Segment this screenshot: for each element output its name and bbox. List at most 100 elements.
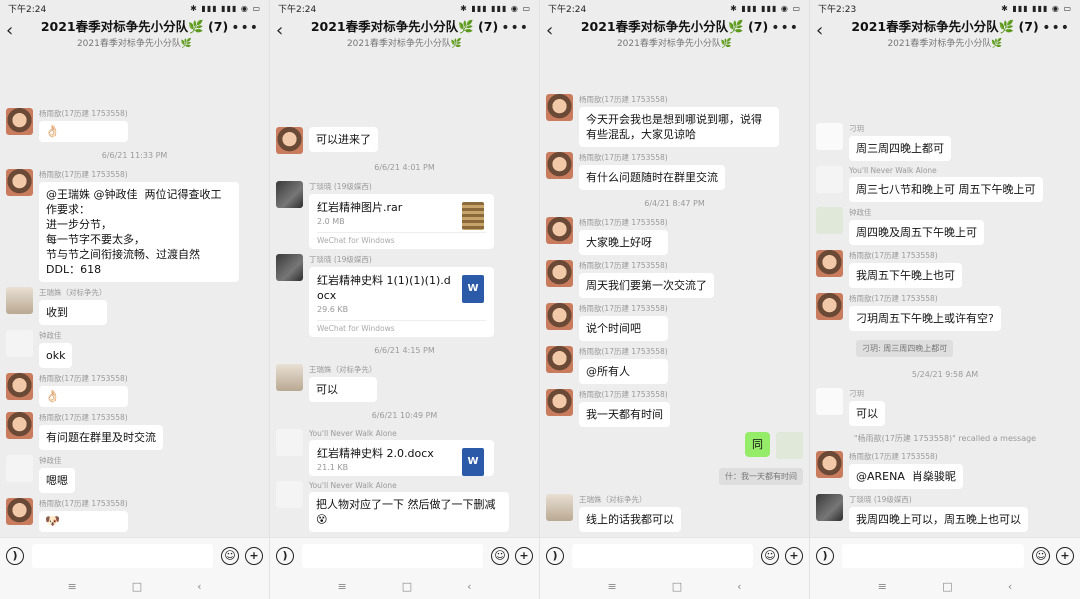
message-bubble[interactable]: 可以 — [309, 377, 377, 402]
avatar[interactable] — [816, 494, 843, 521]
avatar[interactable] — [546, 494, 573, 521]
file-card[interactable]: 红岩精神图片.rar 2.0 MB WeChat for Windows — [309, 194, 494, 249]
avatar[interactable] — [546, 389, 573, 416]
home-icon[interactable]: □ — [942, 580, 952, 593]
plus-icon[interactable]: + — [515, 546, 533, 565]
voice-icon[interactable]: ) — [276, 546, 294, 565]
emoji-icon[interactable]: ☺ — [1032, 546, 1050, 565]
avatar[interactable] — [6, 108, 33, 135]
quote-reference[interactable]: 什：我一天都有时间 — [719, 468, 803, 485]
avatar[interactable] — [816, 388, 843, 415]
file-card[interactable]: 红岩精神史料 1(1)(1)(1).docx 29.6 KB WeChat for … — [309, 267, 494, 337]
message-bubble[interactable]: 周三周四晚上都可 — [849, 136, 951, 161]
message-list[interactable]: 杨雨歆(17历建 1753558) 👌🏻 6/6/21 11:33 PM 杨雨歆(17… — [0, 48, 269, 537]
avatar[interactable] — [276, 181, 303, 208]
voice-icon[interactable]: ) — [6, 546, 24, 565]
avatar[interactable] — [6, 412, 33, 439]
voice-icon[interactable]: ) — [546, 546, 564, 565]
message-bubble[interactable]: @所有人 — [579, 359, 668, 384]
message-bubble[interactable]: okk — [39, 343, 73, 368]
avatar[interactable] — [6, 455, 33, 482]
more-icon[interactable]: ••• — [231, 20, 259, 36]
message-input[interactable] — [842, 543, 1024, 568]
avatar[interactable] — [276, 127, 303, 154]
more-icon[interactable]: ••• — [771, 20, 799, 36]
more-icon[interactable]: ••• — [1042, 20, 1070, 36]
message-bubble[interactable]: 有什么问题随时在群里交流 — [579, 165, 725, 190]
message-bubble[interactable]: 同 — [745, 432, 770, 457]
message-bubble[interactable]: 👌🏻 — [39, 386, 128, 407]
message-bubble[interactable]: 把人物对应了一下 然后做了一下删减😵 — [309, 492, 509, 532]
avatar[interactable] — [816, 451, 843, 478]
message-bubble[interactable]: 👌🏻 — [39, 121, 128, 142]
message-bubble[interactable]: 可以进来了 — [309, 127, 378, 152]
message-list[interactable]: 刁玥 周三周四晚上都可 You'll Never Walk Alone 周三七八节和晚… — [810, 48, 1080, 537]
back-nav-icon[interactable]: ‹ — [737, 580, 741, 593]
back-icon[interactable]: ‹ — [276, 20, 283, 41]
message-input[interactable] — [572, 543, 753, 568]
avatar[interactable] — [6, 169, 33, 196]
avatar[interactable] — [6, 330, 33, 357]
quote-reference[interactable]: 刁玥: 周三周四晚上都可 — [856, 340, 954, 357]
avatar[interactable] — [546, 94, 573, 121]
more-icon[interactable]: ••• — [501, 20, 529, 36]
message-bubble[interactable]: 我周四晚上可以，周五晚上也可以 — [849, 507, 1028, 532]
avatar[interactable] — [546, 217, 573, 244]
message-bubble[interactable]: 周天我们要第一次交流了 — [579, 273, 714, 298]
plus-icon[interactable]: + — [1056, 546, 1074, 565]
message-bubble[interactable]: 嗯嗯 — [39, 468, 75, 493]
message-bubble[interactable]: @ARENA 肖燊骏昵 — [849, 464, 963, 489]
menu-icon[interactable]: ≡ — [607, 580, 616, 593]
avatar[interactable] — [276, 429, 303, 456]
file-card[interactable]: 红岩精神史料 2.0.docx 21.1 KB W — [309, 440, 494, 476]
message-input[interactable] — [302, 543, 483, 568]
avatar[interactable] — [6, 373, 33, 400]
message-bubble[interactable]: 我一天都有时间 — [579, 402, 670, 427]
message-bubble[interactable]: 🐶 — [39, 511, 128, 532]
voice-icon[interactable]: ) — [816, 546, 834, 565]
message-bubble[interactable]: 大家晚上好呀 — [579, 230, 668, 255]
home-icon[interactable]: □ — [402, 580, 412, 593]
emoji-icon[interactable]: ☺ — [491, 546, 509, 565]
back-nav-icon[interactable]: ‹ — [1008, 580, 1012, 593]
avatar[interactable] — [6, 498, 33, 525]
back-nav-icon[interactable]: ‹ — [467, 580, 471, 593]
menu-icon[interactable]: ≡ — [337, 580, 346, 593]
avatar[interactable] — [816, 123, 843, 150]
avatar[interactable] — [276, 364, 303, 391]
avatar[interactable] — [816, 293, 843, 320]
message-bubble[interactable]: 可以 — [849, 401, 885, 426]
message-bubble[interactable]: 我周五下午晚上也可 — [849, 263, 962, 288]
emoji-icon[interactable]: ☺ — [221, 546, 239, 565]
avatar[interactable] — [546, 346, 573, 373]
message-input[interactable] — [32, 543, 213, 568]
message-bubble[interactable]: 说个时间吧 — [579, 316, 668, 341]
back-icon[interactable]: ‹ — [816, 20, 823, 41]
message-bubble[interactable]: 有问题在群里及时交流 — [39, 425, 163, 450]
message-bubble[interactable]: 收到 — [39, 300, 107, 325]
avatar[interactable] — [546, 260, 573, 287]
home-icon[interactable]: □ — [672, 580, 682, 593]
message-bubble[interactable]: 刁玥周五下午晚上或许有空? — [849, 306, 1001, 331]
back-icon[interactable]: ‹ — [6, 20, 13, 41]
avatar[interactable] — [276, 254, 303, 281]
avatar[interactable] — [816, 250, 843, 277]
message-bubble[interactable]: 今天开会我也是想到哪说到哪，说得有些混乱，大家见谅哈 — [579, 107, 779, 147]
home-icon[interactable]: □ — [132, 580, 142, 593]
message-list[interactable]: 可以进来了 6/6/21 4:01 PM 丁琰晓 (19级媒西) 红岩精神图片.rar… — [270, 48, 539, 537]
avatar[interactable] — [276, 481, 303, 508]
menu-icon[interactable]: ≡ — [67, 580, 76, 593]
avatar[interactable] — [816, 166, 843, 193]
message-bubble[interactable]: 线上的话我都可以 — [579, 507, 681, 532]
message-list[interactable]: 杨雨歆(17历建 1753558) 今天开会我也是想到哪说到哪，说得有些混乱，大家… — [540, 48, 809, 537]
plus-icon[interactable]: + — [785, 546, 803, 565]
emoji-icon[interactable]: ☺ — [761, 546, 779, 565]
menu-icon[interactable]: ≡ — [878, 580, 887, 593]
avatar[interactable] — [546, 152, 573, 179]
avatar[interactable] — [546, 303, 573, 330]
avatar[interactable] — [816, 207, 843, 234]
message-bubble[interactable]: @王瑞姝 @钟政佳 两位记得查收工作要求： 进一步分节， 每一节字不要太多， 节… — [39, 182, 239, 282]
message-bubble[interactable]: 周三七八节和晚上可 周五下午晚上可 — [849, 177, 1043, 202]
plus-icon[interactable]: + — [245, 546, 263, 565]
back-icon[interactable]: ‹ — [546, 20, 553, 41]
